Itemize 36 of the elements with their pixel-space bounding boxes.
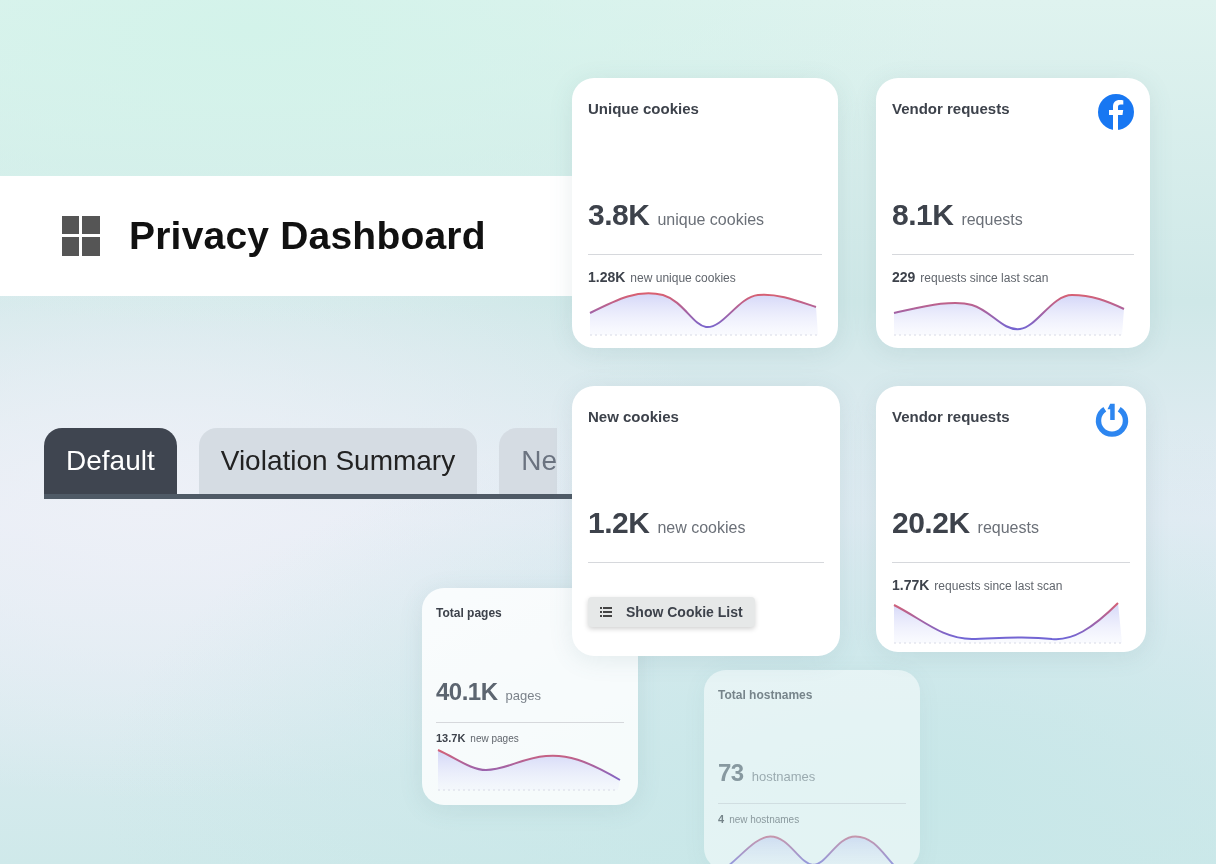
- stat-unit: pages: [505, 688, 541, 703]
- tab[interactable]: Violation Summary: [198, 428, 478, 494]
- f-circle-icon: [1098, 94, 1134, 130]
- stat-unit: requests: [961, 211, 1023, 229]
- stat-unit: requests: [977, 519, 1039, 537]
- stat-value: 8.1K: [892, 198, 954, 232]
- delta-label: new unique cookies: [630, 271, 736, 285]
- delta-label: new pages: [470, 733, 519, 744]
- delta-label: requests since last scan: [920, 271, 1049, 285]
- delta-value: 229: [892, 269, 916, 285]
- card-title: Total pages: [436, 606, 502, 620]
- card-title: Vendor requests: [892, 408, 1010, 425]
- delta-value: 1.28K: [588, 269, 626, 285]
- tab[interactable]: Default: [44, 428, 177, 494]
- stat-value: 3.8K: [588, 198, 650, 232]
- card-title: New cookies: [588, 408, 679, 425]
- stat-value: 40.1K: [436, 678, 498, 706]
- show-list-button[interactable]: Show Cookie List: [588, 597, 755, 627]
- delta-value: 13.7K: [436, 732, 466, 744]
- delta-label: new hostnames: [729, 813, 800, 825]
- delta-label: requests since last scan: [934, 579, 1063, 593]
- stat-unit: hostnames: [751, 768, 816, 784]
- stat-value: 1.2K: [588, 506, 650, 540]
- stat-unit: unique cookies: [657, 211, 765, 229]
- power-icon: [1094, 402, 1130, 438]
- delta-value: 1.77K: [892, 577, 930, 593]
- page-title: Privacy Dashboard: [129, 214, 486, 258]
- card-title: Unique cookies: [588, 100, 699, 117]
- stat-value: 73: [718, 758, 744, 787]
- dashboard-grid-icon: [62, 216, 100, 256]
- delta-value: 4: [718, 812, 725, 825]
- stat-unit: new cookies: [657, 519, 746, 537]
- stat-value: 20.2K: [892, 506, 970, 540]
- list-icon: [600, 607, 612, 617]
- card-title: Total hostnames: [718, 688, 813, 702]
- card-title: Vendor requests: [892, 100, 1010, 117]
